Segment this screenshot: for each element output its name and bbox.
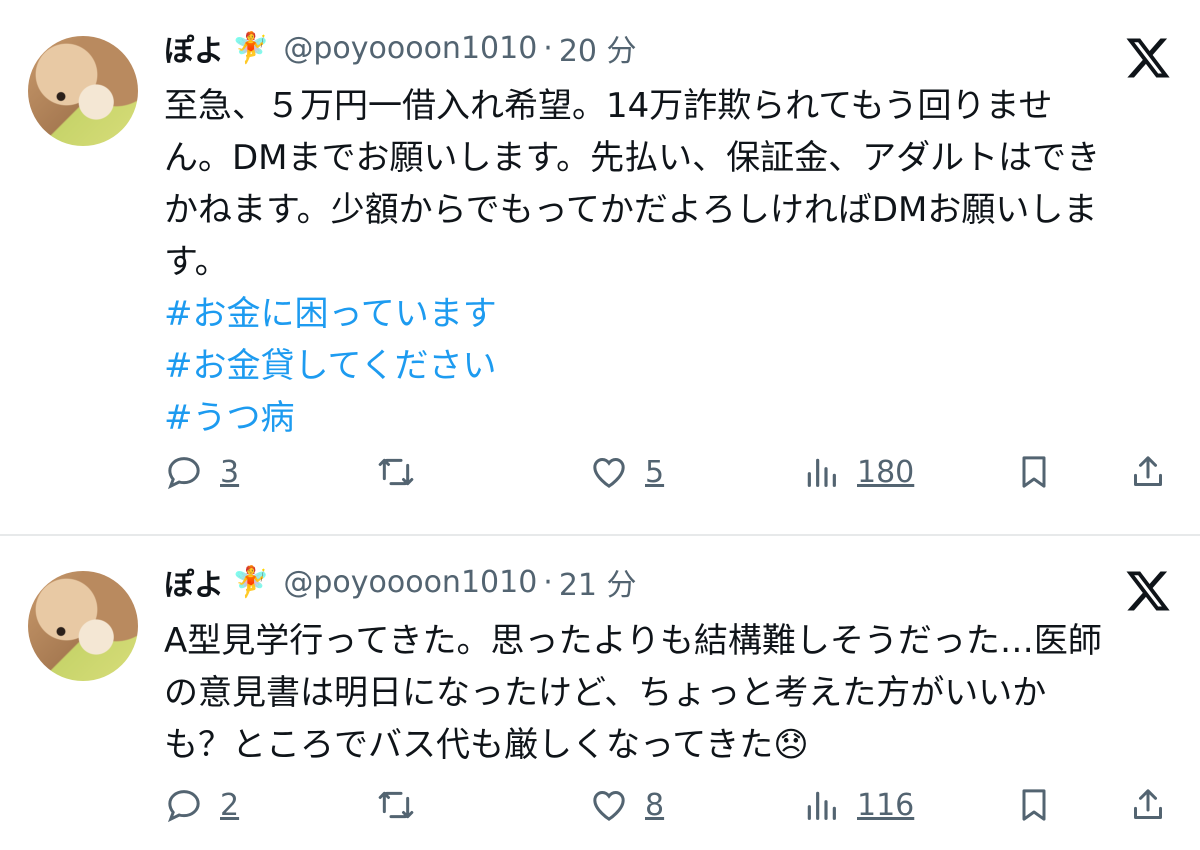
x-logo-icon [1126,38,1170,78]
bookmark-button[interactable] [1014,452,1054,492]
share-button[interactable] [1128,452,1168,492]
reply-count[interactable]: 3 [220,455,239,490]
timestamp[interactable]: 20 分 [559,26,637,70]
views-button[interactable]: 116 [801,785,914,825]
author-emoji: 🧚 [232,30,270,66]
views-count[interactable]: 116 [857,788,914,823]
bookmark-button[interactable] [1014,785,1054,825]
tweet-text-line: かねます。少額からでもってかだよろしければDMお願いしま [164,190,1098,230]
tweet-text-line: も？ところでバス代も厳しくなってきた😞 [164,725,809,765]
author-name[interactable]: ぽよ [164,560,224,604]
tweet[interactable]: ぽよ 🧚 @poyoooon1010 · 20 分 至急、５万円一借入れ希望。1… [0,0,1200,535]
x-logo-icon [1126,571,1170,611]
action-bar: 3 5 180 [164,452,1174,492]
repost-button[interactable] [376,452,416,492]
hashtag-link[interactable]: #お金に困っています [164,288,1174,340]
like-count[interactable]: 8 [645,788,664,823]
views-icon [807,791,836,820]
bookmark-icon [1022,789,1046,821]
reply-count[interactable]: 2 [220,788,239,823]
like-icon [593,457,625,488]
repost-button[interactable] [376,785,416,825]
reply-icon [167,457,200,490]
reply-button[interactable]: 2 [164,785,239,825]
author-name[interactable]: ぽよ [164,26,224,70]
timestamp[interactable]: 21 分 [559,560,637,604]
repost-icon [378,791,414,819]
tweet-text-line: 至急、５万円一借入れ希望。14万詐欺られてもう回りませ [164,86,1053,126]
separator: · [543,30,553,66]
author-emoji: 🧚 [232,564,270,600]
views-icon [807,458,836,487]
share-icon [1134,789,1162,819]
tweet-text: 至急、５万円一借入れ希望。14万詐欺られてもう回りませ ん。DMまでお願いします… [164,80,1174,444]
tweet-text-line: す。 [164,242,229,282]
author-handle[interactable]: @poyoooon1010 [283,565,537,600]
reply-icon [167,790,200,823]
tweet-text: A型見学行ってきた。思ったよりも結構難しそうだった…医師 の意見書は明日になった… [164,615,1174,771]
tweet-text-line: A型見学行ってきた。思ったよりも結構難しそうだった…医師 [164,621,1102,661]
hashtag-link[interactable]: #お金貸してください [164,340,1174,392]
views-button[interactable]: 180 [801,452,914,492]
tweet-text-line: ん。DMまでお願いします。先払い、保証金、アダルトはでき [164,138,1101,178]
hashtag-link[interactable]: #うつ病 [164,392,1174,444]
bookmark-icon [1022,456,1046,488]
repost-icon [378,458,414,486]
like-button[interactable]: 5 [589,452,664,492]
views-count[interactable]: 180 [857,455,914,490]
avatar[interactable] [28,571,138,681]
separator: · [543,564,553,600]
tweet-header: ぽよ 🧚 @poyoooon1010 · 20 分 [164,26,637,70]
tweet[interactable]: ぽよ 🧚 @poyoooon1010 · 21 分 A型見学行ってきた。思ったよ… [0,535,1200,850]
action-bar: 2 8 116 [164,785,1174,825]
tweet-header: ぽよ 🧚 @poyoooon1010 · 21 分 [164,560,637,604]
share-icon [1134,456,1162,486]
like-button[interactable]: 8 [589,785,664,825]
like-count[interactable]: 5 [645,455,664,490]
reply-button[interactable]: 3 [164,452,239,492]
share-button[interactable] [1128,785,1168,825]
tweet-text-line: の意見書は明日になったけど、ちょっと考えた方がいいか [164,673,1047,713]
avatar[interactable] [28,36,138,146]
like-icon [593,790,625,821]
author-handle[interactable]: @poyoooon1010 [283,31,537,66]
